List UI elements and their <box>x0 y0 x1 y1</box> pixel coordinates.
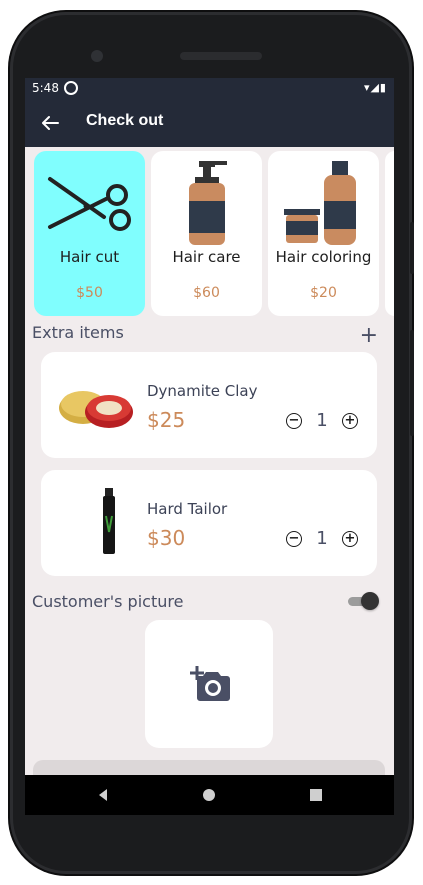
plus-icon: + <box>344 413 356 428</box>
sync-icon <box>64 81 78 95</box>
item-name: Hard Tailor <box>147 500 228 518</box>
item-name: Dynamite Clay <box>147 382 258 400</box>
extra-item-card: Dynamite Clay $25 − 1 + <box>41 352 377 458</box>
earpiece-speaker <box>180 52 262 60</box>
system-nav-bar <box>25 775 394 815</box>
status-bar: 5:48 ▾◢▮ <box>25 78 394 99</box>
power-button <box>410 330 414 436</box>
decrement-button[interactable]: − <box>286 412 302 429</box>
page-title: Check out <box>86 112 164 129</box>
quantity-stepper: − 1 + <box>286 528 358 549</box>
customer-picture-toggle[interactable] <box>348 592 379 610</box>
home-nav-icon[interactable] <box>201 787 217 803</box>
pomade-tin-image <box>59 391 133 428</box>
status-icons: ▾◢▮ <box>363 81 387 94</box>
minus-icon: − <box>288 531 300 546</box>
front-camera <box>91 50 103 62</box>
increment-button[interactable]: + <box>342 530 358 547</box>
minus-icon: − <box>288 413 300 428</box>
pump-bottle-icon <box>189 161 227 245</box>
add-photo-button[interactable] <box>145 620 273 748</box>
volume-button <box>410 222 414 274</box>
service-card-hair-cut[interactable]: Hair cut $50 <box>34 151 145 316</box>
service-price: $20 <box>310 285 337 301</box>
decrement-button[interactable]: − <box>286 530 302 547</box>
quantity-value: 1 <box>316 410 328 431</box>
bottles-icon <box>284 161 356 245</box>
back-button[interactable] <box>37 110 63 136</box>
customer-picture-title: Customer's picture <box>32 592 184 611</box>
extra-item-card: Hard Tailor $30 − 1 + <box>41 470 377 576</box>
services-row[interactable]: Hair cut $50 Hair care $60 Hair coloring… <box>34 151 394 316</box>
service-name: Hair care <box>172 248 241 266</box>
extra-items-title: Extra items <box>32 323 124 342</box>
status-time: 5:48 <box>32 81 59 95</box>
service-name: Hair coloring <box>275 248 372 266</box>
service-price: $60 <box>193 285 220 301</box>
back-arrow-icon <box>42 116 59 130</box>
back-nav-icon[interactable] <box>95 787 111 803</box>
service-name: Hair cut <box>59 248 120 266</box>
bottom-sheet-edge <box>33 760 385 775</box>
hair-spray-image <box>103 488 115 554</box>
item-price: $25 <box>147 408 186 432</box>
recents-nav-icon[interactable] <box>308 787 324 803</box>
app-bar: Check out <box>25 99 394 147</box>
plus-icon: + <box>359 323 378 348</box>
plus-icon: + <box>344 531 356 546</box>
screen: 5:48 ▾◢▮ Check out Hair cut $50 Hair car… <box>25 78 394 775</box>
toggle-thumb <box>361 592 379 610</box>
service-card-hair-coloring[interactable]: Hair coloring $20 <box>268 151 379 316</box>
service-card-hair-care[interactable]: Hair care $60 <box>151 151 262 316</box>
scissors-icon <box>48 177 131 231</box>
service-price: $50 <box>76 285 103 301</box>
quantity-value: 1 <box>316 528 328 549</box>
increment-button[interactable]: + <box>342 412 358 429</box>
add-extra-item-button[interactable]: + <box>360 325 378 347</box>
service-card-partial[interactable] <box>385 151 394 316</box>
quantity-stepper: − 1 + <box>286 410 358 431</box>
add-photo-icon <box>190 666 230 701</box>
item-price: $30 <box>147 526 186 550</box>
